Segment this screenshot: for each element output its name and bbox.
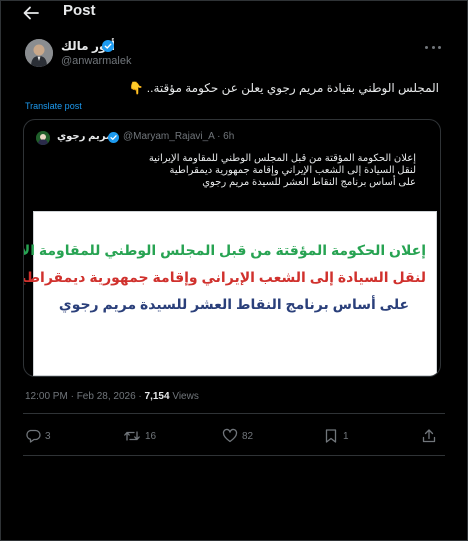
author-avatar[interactable] bbox=[25, 39, 53, 67]
bookmark-icon bbox=[325, 429, 337, 443]
verified-badge-icon bbox=[102, 40, 114, 52]
quoted-text-line: إعلان الحكومة المؤقتة من قبل المجلس الوط… bbox=[148, 153, 416, 164]
post-detail-panel: Post أنور مالك @anwarmalek المجلس الوطني… bbox=[0, 0, 468, 541]
quoted-post-text: إعلان الحكومة المؤقتة من قبل المجلس الوط… bbox=[46, 153, 416, 189]
author-handle[interactable]: @anwarmalek bbox=[61, 55, 131, 67]
quoted-author-name[interactable]: مريم رجوي bbox=[57, 131, 112, 142]
page-title: Post bbox=[63, 2, 96, 19]
back-button[interactable] bbox=[21, 3, 41, 23]
quoted-post-image[interactable]: إعلان الحكومة المؤقتة من قبل المجلس الوط… bbox=[23, 211, 437, 376]
divider bbox=[23, 413, 445, 414]
share-icon bbox=[422, 429, 436, 443]
reply-icon bbox=[26, 429, 41, 443]
bookmark-button[interactable]: 1 bbox=[323, 427, 349, 445]
retweet-button[interactable]: 16 bbox=[123, 427, 156, 445]
verified-badge-icon bbox=[108, 132, 119, 143]
like-count: 82 bbox=[242, 430, 254, 442]
pointing-down-emoji: 👇 bbox=[128, 81, 144, 95]
quoted-text-line: على أساس برنامج النقاط العشر للسيدة مريم… bbox=[202, 177, 416, 188]
tweet-text: المجلس الوطني بقيادة مريم رجوي يعلن عن ح… bbox=[129, 81, 440, 95]
bookmark-count: 1 bbox=[343, 430, 349, 442]
action-bar: 3 16 82 1 bbox=[1, 427, 468, 447]
share-button[interactable] bbox=[421, 427, 437, 445]
translate-post-link[interactable]: Translate post bbox=[25, 101, 82, 111]
image-text-line: لنقل السيادة إلى الشعب الإيراني وإقامة ج… bbox=[23, 269, 426, 285]
back-arrow-icon bbox=[23, 6, 39, 20]
divider bbox=[23, 455, 445, 456]
quoted-text-line: لنقل السيادة إلى الشعب الإيراني وإقامة ج… bbox=[169, 165, 416, 176]
quoted-author-meta[interactable]: @Maryam_Rajavi_A · 6h bbox=[123, 131, 234, 142]
more-options-icon[interactable] bbox=[425, 41, 441, 53]
heart-icon bbox=[222, 428, 238, 443]
post-header: Post bbox=[1, 1, 468, 25]
quoted-post-card[interactable]: مريم رجوي @Maryam_Rajavi_A · 6h إعلان ال… bbox=[23, 119, 441, 377]
reply-count: 3 bbox=[45, 430, 51, 442]
retweet-icon bbox=[124, 431, 140, 441]
quoted-author-avatar[interactable] bbox=[36, 131, 50, 145]
views-count: 7,154 bbox=[144, 391, 170, 402]
image-text-line: على أساس برنامج النقاط العشر للسيدة مريم… bbox=[58, 296, 410, 312]
retweet-count: 16 bbox=[145, 430, 157, 442]
post-timestamp[interactable]: 12:00 PM · Feb 28, 2026 · 7,154 Views bbox=[25, 391, 199, 402]
reply-button[interactable]: 3 bbox=[25, 427, 51, 445]
tweet-text-body: المجلس الوطني بقيادة مريم رجوي يعلن عن ح… bbox=[146, 81, 439, 95]
image-text-line: إعلان الحكومة المؤقتة من قبل المجلس الوط… bbox=[23, 242, 426, 258]
like-button[interactable]: 82 bbox=[222, 427, 253, 445]
timestamp-text[interactable]: 12:00 PM · Feb 28, 2026 · bbox=[25, 391, 145, 402]
views-label: Views bbox=[169, 391, 199, 402]
